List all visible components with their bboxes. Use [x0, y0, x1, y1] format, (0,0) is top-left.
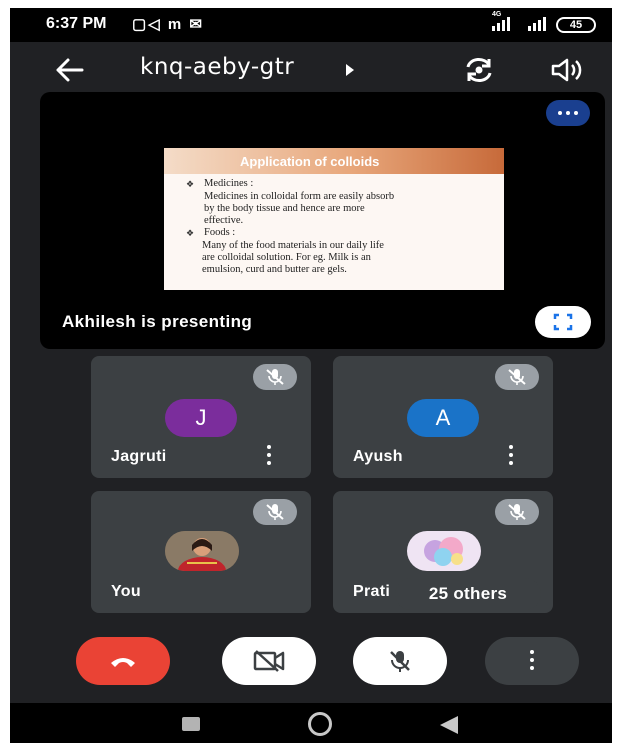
slide-line: Medicines :: [204, 178, 254, 189]
bullet-icon: ❖: [186, 179, 195, 189]
fullscreen-icon: [553, 313, 573, 331]
more-vert-icon[interactable]: [505, 445, 517, 467]
home-icon[interactable]: [308, 712, 332, 736]
slide-line: by the body tissue and hence are more: [204, 203, 365, 214]
system-nav-bar: [10, 703, 612, 743]
status-bar: 6:37 PM ▢◁ m ✉ 4G 45: [10, 8, 612, 42]
participant-tile-jagruti[interactable]: J Jagruti: [91, 356, 311, 478]
signal-icon-2: [528, 17, 546, 31]
slide-line: Foods :: [204, 227, 236, 238]
mic-off-icon: [253, 499, 297, 525]
speaker-icon[interactable]: [550, 57, 584, 83]
battery-icon: 45: [556, 17, 596, 33]
participant-name: You: [111, 583, 141, 600]
participant-name: Ayush: [353, 448, 403, 465]
participant-tile-ayush[interactable]: A Ayush: [333, 356, 553, 478]
mic-off-icon: [495, 499, 539, 525]
avatar: [407, 531, 481, 571]
more-vert-icon[interactable]: [263, 445, 275, 467]
mic-toggle-button[interactable]: [353, 637, 447, 685]
slide-line: Many of the food materials in our daily …: [202, 240, 384, 251]
avatar: A: [407, 399, 479, 437]
more-vert-icon: [526, 650, 538, 672]
fullscreen-button[interactable]: [535, 306, 591, 338]
participant-name: Jagruti: [111, 448, 167, 465]
phone-screen: 6:37 PM ▢◁ m ✉ 4G 45 knq-aeby-gtr Applic…: [10, 8, 612, 743]
mic-off-icon: [253, 364, 297, 390]
others-count-button[interactable]: 25 others: [395, 578, 541, 610]
participant-tile-you[interactable]: You: [91, 491, 311, 613]
switch-camera-icon[interactable]: [462, 55, 496, 85]
slide-line: are colloidal solution. For eg. Milk is …: [202, 252, 371, 263]
shared-slide: Application of colloids ❖ Medicines : Me…: [164, 148, 504, 290]
end-call-button[interactable]: [76, 637, 170, 685]
notification-icons: ▢◁ m ✉: [132, 16, 204, 33]
camera-off-icon: [253, 650, 285, 672]
presenting-label: Akhilesh is presenting: [62, 312, 253, 331]
mic-off-icon: [495, 364, 539, 390]
meeting-code-title[interactable]: knq-aeby-gtr: [140, 54, 294, 80]
slide-title: Application of colloids: [240, 154, 380, 169]
slide-line: emulsion, curd and butter are gels.: [202, 264, 347, 275]
signal-icon-1: [492, 17, 510, 31]
more-dots-icon[interactable]: [546, 100, 590, 126]
status-time: 6:37 PM: [46, 15, 107, 32]
bullet-icon: ❖: [186, 228, 195, 238]
end-call-icon: [111, 658, 135, 667]
presentation-tile[interactable]: Application of colloids ❖ Medicines : Me…: [40, 92, 605, 349]
back-arrow-icon[interactable]: [54, 56, 86, 84]
camera-toggle-button[interactable]: [222, 637, 316, 685]
slide-line: Medicines in colloidal form are easily a…: [204, 191, 395, 202]
back-nav-icon[interactable]: [440, 716, 458, 734]
dropdown-caret-icon[interactable]: [346, 64, 354, 76]
slide-line: effective.: [204, 215, 244, 226]
avatar: J: [165, 399, 237, 437]
mic-off-icon: [390, 651, 410, 672]
meeting-top-bar: knq-aeby-gtr: [10, 42, 612, 98]
more-options-button[interactable]: [485, 637, 579, 685]
avatar: [165, 531, 239, 571]
participant-name: Prati: [353, 583, 391, 600]
recents-icon[interactable]: [182, 717, 200, 731]
